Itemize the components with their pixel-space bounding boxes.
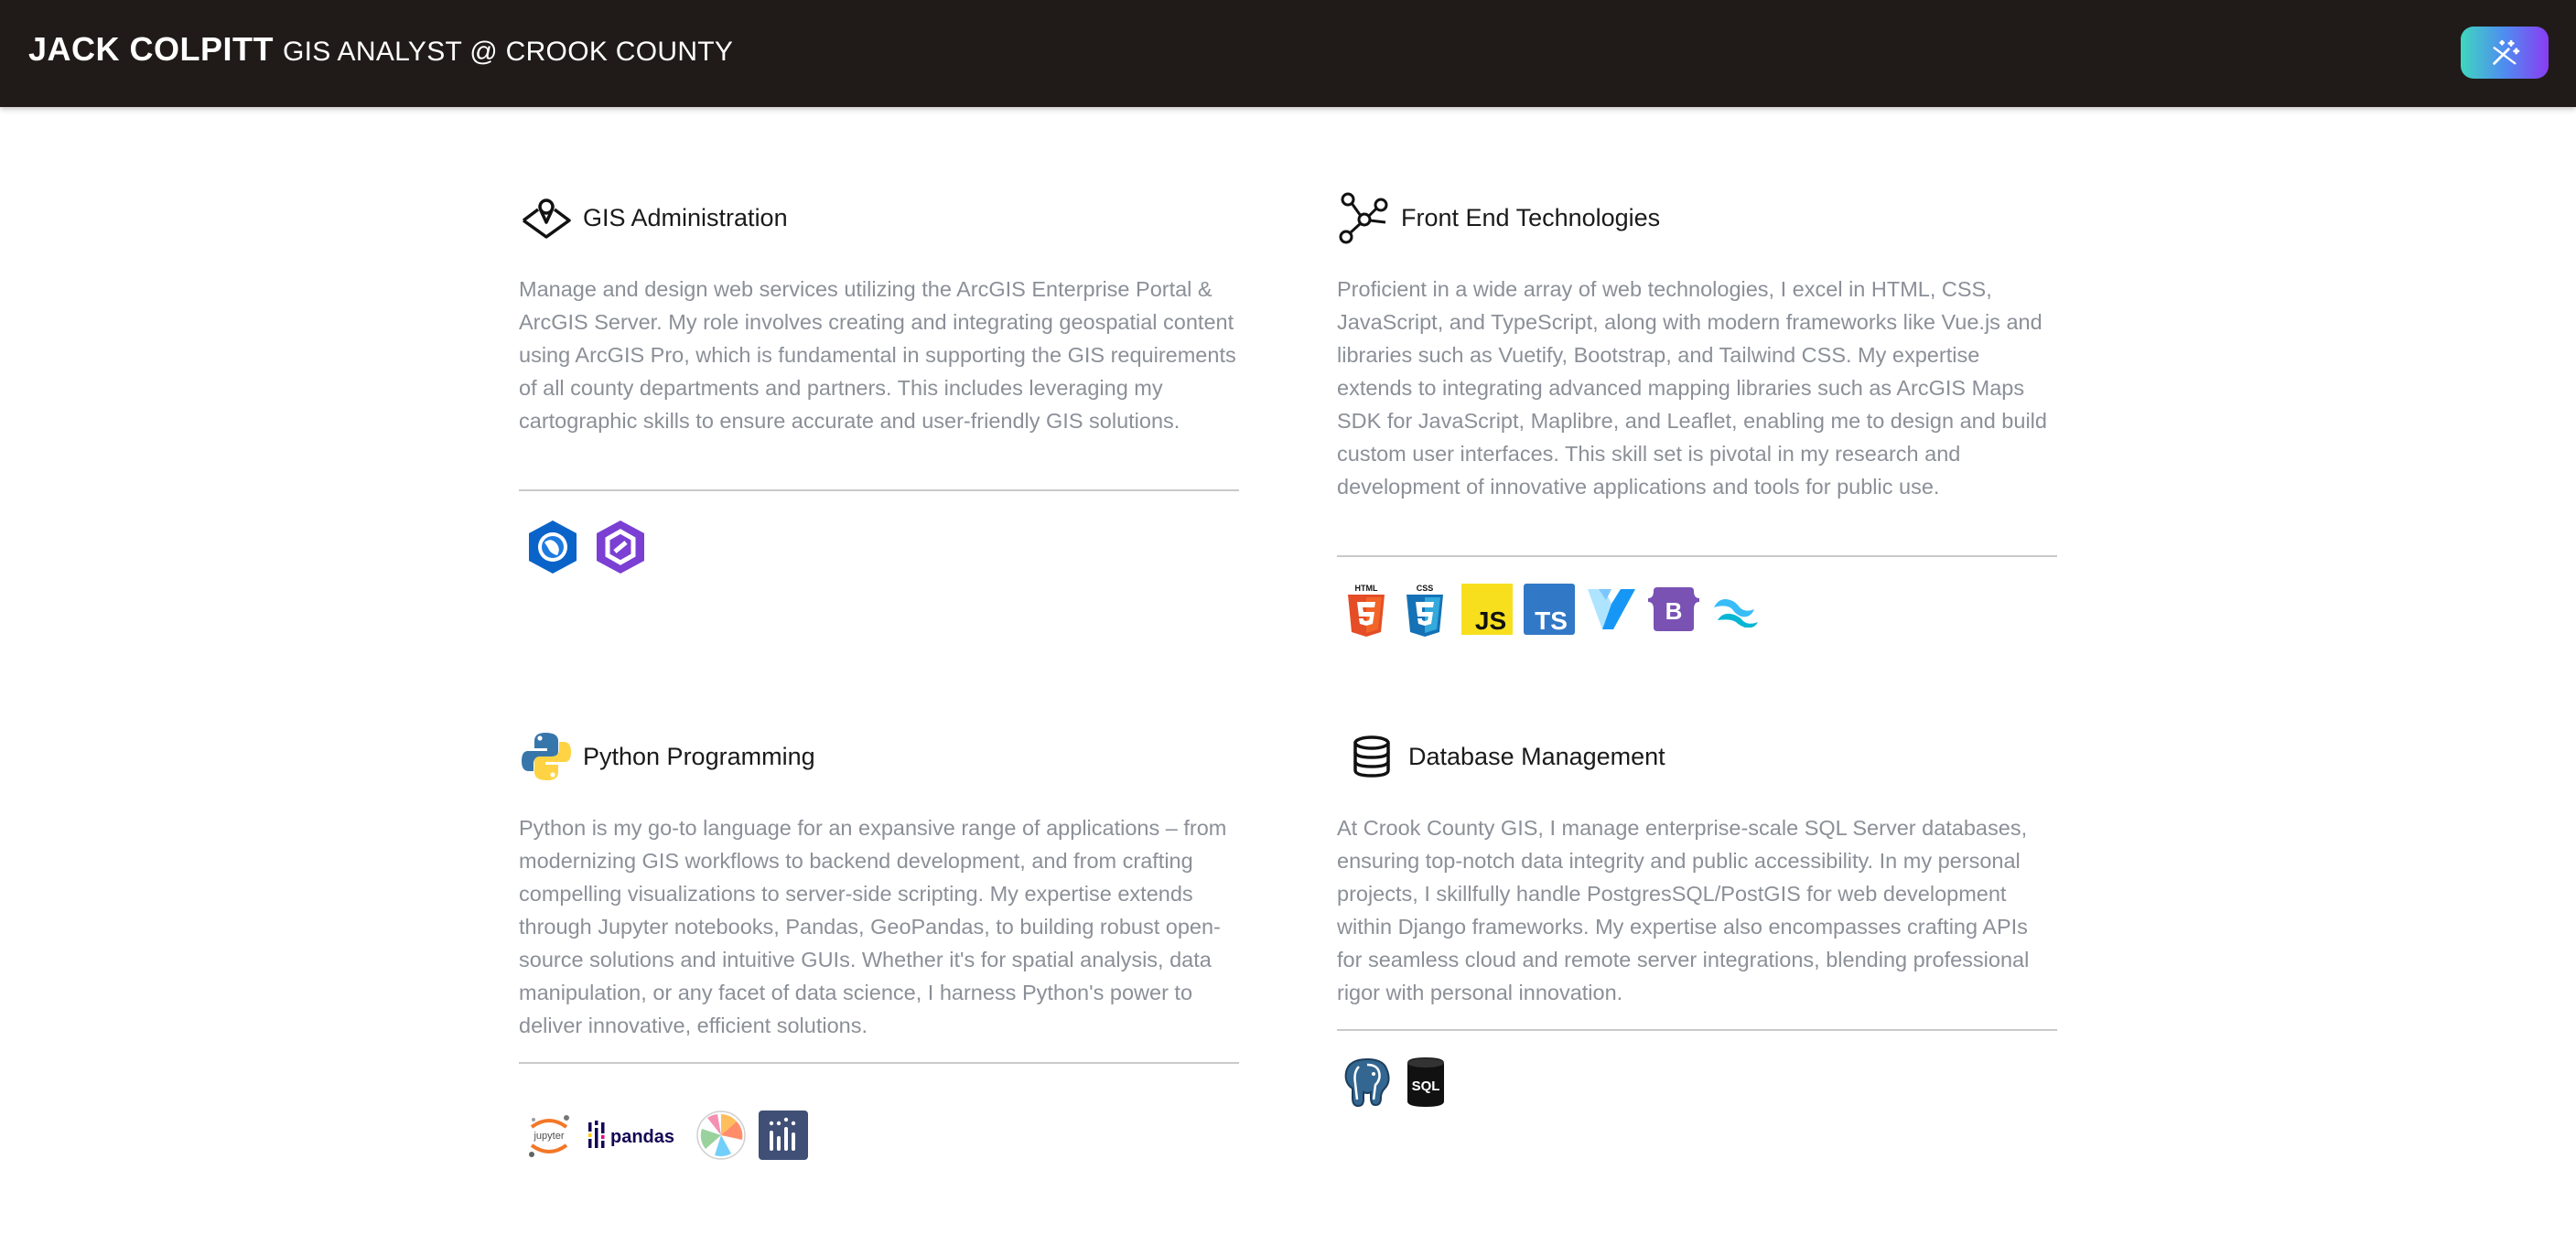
divider: [519, 1062, 1239, 1064]
postgresql-icon[interactable]: [1341, 1056, 1394, 1109]
matplotlib-icon[interactable]: [695, 1109, 748, 1162]
card-title: Front End Technologies: [1401, 203, 1661, 231]
svg-text:HTML: HTML: [1355, 584, 1378, 593]
svg-text:jupyter: jupyter: [533, 1131, 564, 1142]
card-title: GIS Administration: [583, 203, 788, 231]
divider: [1337, 555, 2057, 557]
plotly-icon[interactable]: [759, 1111, 808, 1160]
html5-icon[interactable]: HTML: [1344, 582, 1388, 637]
vuetify-icon[interactable]: [1586, 585, 1637, 633]
network-nodes-icon: [1337, 190, 1392, 245]
tech-icon-row: HTML CSS JS TS B: [1337, 580, 1773, 638]
jupyter-icon[interactable]: jupyter: [523, 1109, 576, 1162]
svg-text:pandas: pandas: [610, 1127, 674, 1147]
card-description: Proficient in a wide array of web techno…: [1337, 277, 2047, 499]
arcgis-enterprise-icon[interactable]: [594, 519, 647, 575]
svg-text:B: B: [1665, 597, 1683, 625]
svg-text:TS: TS: [1535, 606, 1568, 635]
svg-text:SQL: SQL: [1412, 1078, 1440, 1094]
theme-toggle-button[interactable]: [2461, 27, 2549, 79]
card-description: Manage and design web services utilizing…: [519, 277, 1236, 433]
svg-text:CSS: CSS: [1417, 584, 1434, 593]
python-icon: [519, 729, 574, 784]
arcgis-pro-icon[interactable]: [526, 519, 579, 575]
divider: [519, 489, 1239, 491]
sql-server-icon[interactable]: SQL: [1405, 1056, 1447, 1109]
brand-name[interactable]: JACK COLPITT: [28, 30, 274, 69]
pandas-icon[interactable]: pandas: [587, 1117, 684, 1154]
skill-card-python: Python Programming Python is my go-to la…: [519, 729, 1239, 1205]
typescript-icon[interactable]: TS: [1524, 584, 1575, 635]
svg-text:JS: JS: [1475, 606, 1506, 635]
skill-card-gis-administration: GIS Administration Manage and design web…: [519, 190, 1239, 666]
divider: [1337, 1029, 2057, 1031]
tech-icon-row: [519, 518, 658, 576]
skill-card-front-end: Front End Technologies Proficient in a w…: [1337, 190, 2057, 666]
bootstrap-icon[interactable]: B: [1648, 585, 1699, 633]
top-app-bar: JACK COLPITT GIS ANALYST @ CROOK COUNTY: [0, 0, 2576, 107]
database-icon: [1344, 729, 1399, 784]
magic-wand-icon: [2493, 39, 2520, 65]
css3-icon[interactable]: CSS: [1403, 582, 1447, 637]
card-header: Database Management: [1337, 729, 1665, 784]
card-header: GIS Administration: [519, 190, 788, 245]
job-title: GIS ANALYST @ CROOK COUNTY: [283, 37, 734, 67]
tech-icon-row: SQL: [1337, 1053, 1458, 1111]
card-title: Database Management: [1408, 742, 1665, 770]
card-description: At Crook County GIS, I manage enterprise…: [1337, 816, 2030, 1004]
tech-icon-row: jupyter pandas: [519, 1106, 819, 1164]
card-title: Python Programming: [583, 742, 815, 770]
card-header: Python Programming: [519, 729, 815, 784]
card-header: Front End Technologies: [1337, 190, 1660, 245]
card-description: Python is my go-to language for an expan…: [519, 816, 1227, 1037]
map-pin-icon: [519, 190, 574, 245]
javascript-icon[interactable]: JS: [1461, 584, 1513, 635]
skill-card-database: Database Management At Crook County GIS,…: [1337, 729, 2057, 1205]
tailwind-icon[interactable]: [1710, 591, 1762, 628]
